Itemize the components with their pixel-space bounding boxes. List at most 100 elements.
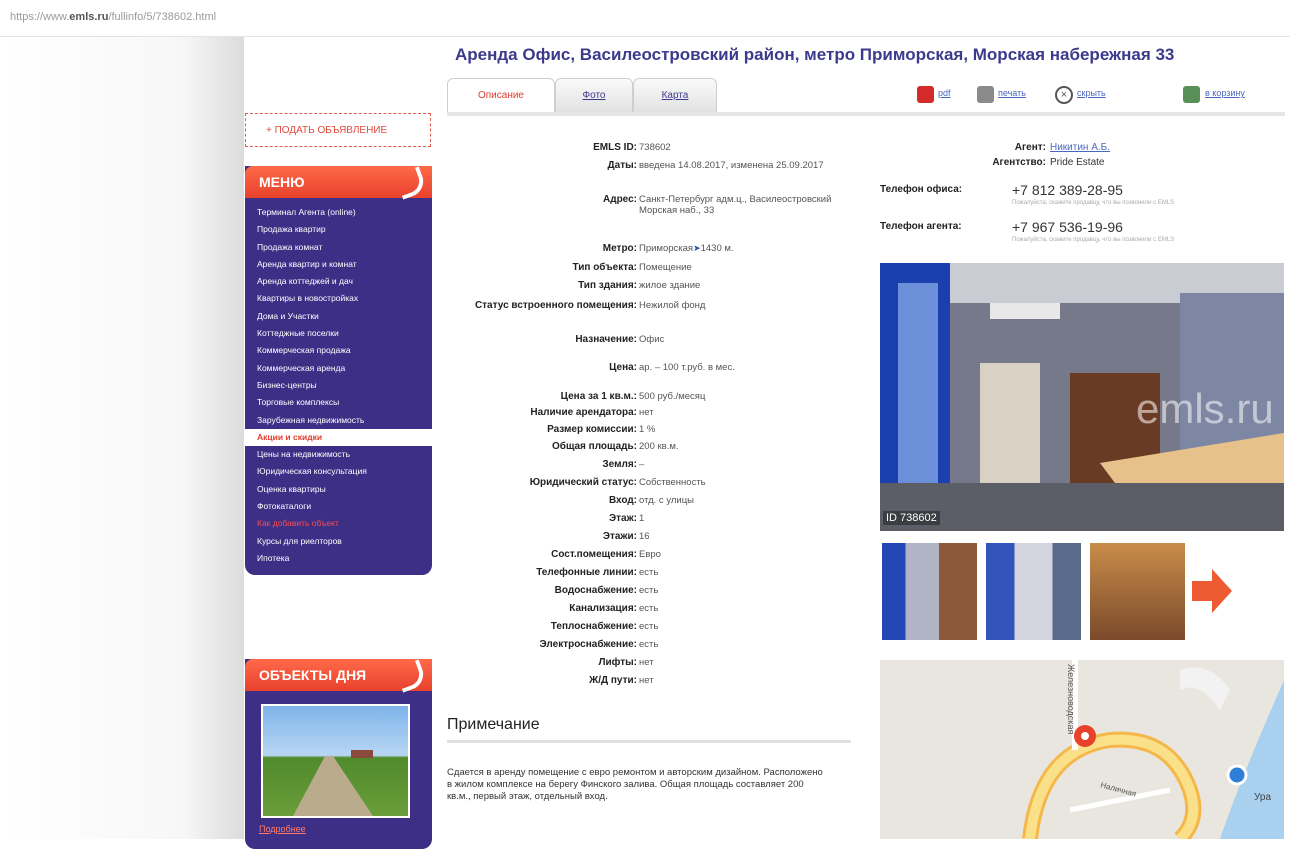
- property-value: есть: [639, 567, 659, 578]
- menu-item[interactable]: Юридическая консультация: [245, 463, 432, 480]
- pdf-link[interactable]: pdf: [938, 88, 951, 98]
- page-title: Аренда Офис, Василеостровский район, мет…: [455, 45, 1175, 64]
- url-domain: emls.ru: [69, 11, 109, 23]
- menu-item[interactable]: Оценка квартиры: [245, 481, 432, 498]
- menu-item[interactable]: Коммерческая продажа: [245, 342, 432, 359]
- cart-link[interactable]: в корзину: [1205, 88, 1245, 98]
- note-title: Примечание: [447, 716, 540, 733]
- main-photo[interactable]: emls.ru ID 738602: [880, 263, 1284, 531]
- property-value: Офис: [639, 334, 665, 345]
- hide-link[interactable]: скрыть: [1077, 88, 1106, 98]
- menu-item[interactable]: Аренда коттеджей и дач: [245, 273, 432, 290]
- property-label: Юридический статус:: [529, 477, 637, 488]
- agency-name: Pride Estate: [1050, 157, 1105, 168]
- property-label: Адрес:: [603, 194, 637, 205]
- address-bar[interactable]: https://www.emls.ru/fullinfo/5/738602.ht…: [0, 0, 1290, 37]
- agent-phone[interactable]: +7 967 536-19-96: [1012, 219, 1123, 235]
- url-text[interactable]: https://www.emls.ru/fullinfo/5/738602.ht…: [10, 11, 216, 23]
- close-icon[interactable]: ×: [1055, 86, 1073, 104]
- property-label: Наличие арендатора:: [530, 407, 637, 418]
- property-row: Водоснабжение: есть: [447, 585, 839, 596]
- property-value: –: [639, 459, 645, 470]
- property-label: Теплоснабжение:: [550, 621, 637, 632]
- menu-item[interactable]: Ипотека: [245, 550, 432, 567]
- photo-thumbnail[interactable]: [882, 543, 977, 640]
- property-row: Даты: введена 14.08.2017, изменена 25.09.…: [447, 160, 839, 171]
- menu-item[interactable]: Квартиры в новостройках: [245, 290, 432, 307]
- menu-item[interactable]: Курсы для риелторов: [245, 533, 432, 550]
- property-value: Помещение: [639, 262, 692, 273]
- property-value: Санкт-Петербург адм.ц., Василеостровский…: [639, 194, 832, 216]
- menu-item[interactable]: Фотокаталоги: [245, 498, 432, 515]
- property-value: нет: [639, 675, 654, 686]
- menu-item[interactable]: Как добавить объект: [245, 515, 432, 532]
- swoosh-icon: [394, 166, 428, 200]
- property-label: Метро:: [602, 243, 637, 254]
- property-label: Этаж:: [609, 513, 637, 524]
- property-value: Приморская: [639, 243, 694, 254]
- photo-thumbnail[interactable]: [1090, 543, 1185, 640]
- menu-item[interactable]: Продажа квартир: [245, 221, 432, 238]
- property-label: Назначение:: [575, 334, 637, 345]
- property-label: Даты:: [607, 160, 637, 171]
- tab-description[interactable]: Описание: [447, 78, 555, 113]
- agent-phone-label: Телефон агента:: [880, 221, 962, 232]
- menu-item[interactable]: Дома и Участки: [245, 308, 432, 325]
- page-left-margin: [0, 37, 244, 839]
- property-row: Вход: отд. с улицы: [447, 495, 839, 506]
- tab-photo[interactable]: Фото: [555, 78, 633, 112]
- photo-thumbnail[interactable]: [986, 543, 1081, 640]
- property-value: 200 кв.м.: [639, 441, 679, 452]
- next-arrow-button[interactable]: [1190, 543, 1234, 640]
- menu-item[interactable]: Терминал Агента (online): [245, 204, 432, 221]
- note-divider: [447, 740, 851, 743]
- property-label: Вход:: [608, 495, 637, 506]
- menu-item[interactable]: Коммерческая аренда: [245, 360, 432, 377]
- property-label: Этажи:: [602, 531, 637, 542]
- agent-name-link[interactable]: Никитин А.Б.: [1050, 142, 1110, 153]
- property-row: Цена за 1 кв.м.: 500 руб./месяц: [447, 391, 839, 402]
- menu-item[interactable]: Торговые комплексы: [245, 394, 432, 411]
- property-label: Земля:: [602, 459, 637, 470]
- menu-item[interactable]: Зарубежная недвижимость: [245, 412, 432, 429]
- url-prefix: https://www.: [10, 11, 70, 23]
- menu-item[interactable]: Акции и скидки: [245, 428, 432, 447]
- property-row: Размер комиссии: 1 %: [447, 424, 839, 435]
- submit-ad-link[interactable]: + ПОДАТЬ ОБЪЯВЛЕНИЕ: [245, 113, 431, 147]
- property-label: Тип здания:: [578, 280, 637, 291]
- print-icon[interactable]: [977, 86, 994, 103]
- office-phone[interactable]: +7 812 389-28-95: [1012, 182, 1123, 198]
- property-value: жилое здание: [639, 280, 701, 291]
- menu-item[interactable]: Коттеджные поселки: [245, 325, 432, 342]
- objects-of-day-header: ОБЪЕКТЫ ДНЯ: [245, 659, 432, 693]
- pdf-icon[interactable]: [917, 86, 934, 103]
- menu-list: Терминал Агента (online) Продажа квартир П…: [245, 198, 432, 575]
- photo-id-label: ID 738602: [883, 511, 940, 525]
- map-illustration: [880, 660, 1284, 839]
- office-phone-note: Пожалуйста, скажите продавцу, что вы поз…: [1012, 200, 1175, 206]
- tab-map[interactable]: Карта: [633, 78, 717, 112]
- office-phone-label: Телефон офиса:: [880, 184, 963, 195]
- property-row: Канализация: есть: [447, 603, 839, 614]
- property-value: 1 %: [639, 424, 656, 435]
- cart-icon[interactable]: [1183, 86, 1200, 103]
- property-label: Размер комиссии:: [547, 424, 637, 435]
- road-landscape: [293, 750, 373, 816]
- menu-item[interactable]: Аренда квартир и комнат: [245, 256, 432, 273]
- property-value: 500 руб./месяц: [639, 391, 706, 402]
- object-of-day-photo[interactable]: [261, 704, 410, 818]
- map-street-label: Ура: [1254, 792, 1272, 803]
- map-street-vertical: Железноводская: [1066, 664, 1076, 735]
- property-label: Водоснабжение:: [554, 585, 637, 596]
- menu-item[interactable]: Цены на недвижимость: [245, 446, 432, 463]
- menu-header: МЕНЮ: [245, 166, 432, 200]
- object-of-day-link[interactable]: Подробнее: [259, 824, 306, 834]
- tab-bar: Описание Фото Карта: [447, 78, 1285, 113]
- print-link[interactable]: печать: [998, 88, 1026, 98]
- property-row: Сост.помещения: Евро: [447, 549, 839, 560]
- property-row: Общая площадь: 200 кв.м.: [447, 441, 839, 452]
- menu-item[interactable]: Продажа комнат: [245, 239, 432, 256]
- url-path: /fullinfo/5/738602.html: [108, 11, 217, 23]
- location-map[interactable]: Железноводская Наличная Ура: [880, 660, 1284, 839]
- menu-item[interactable]: Бизнес-центры: [245, 377, 432, 394]
